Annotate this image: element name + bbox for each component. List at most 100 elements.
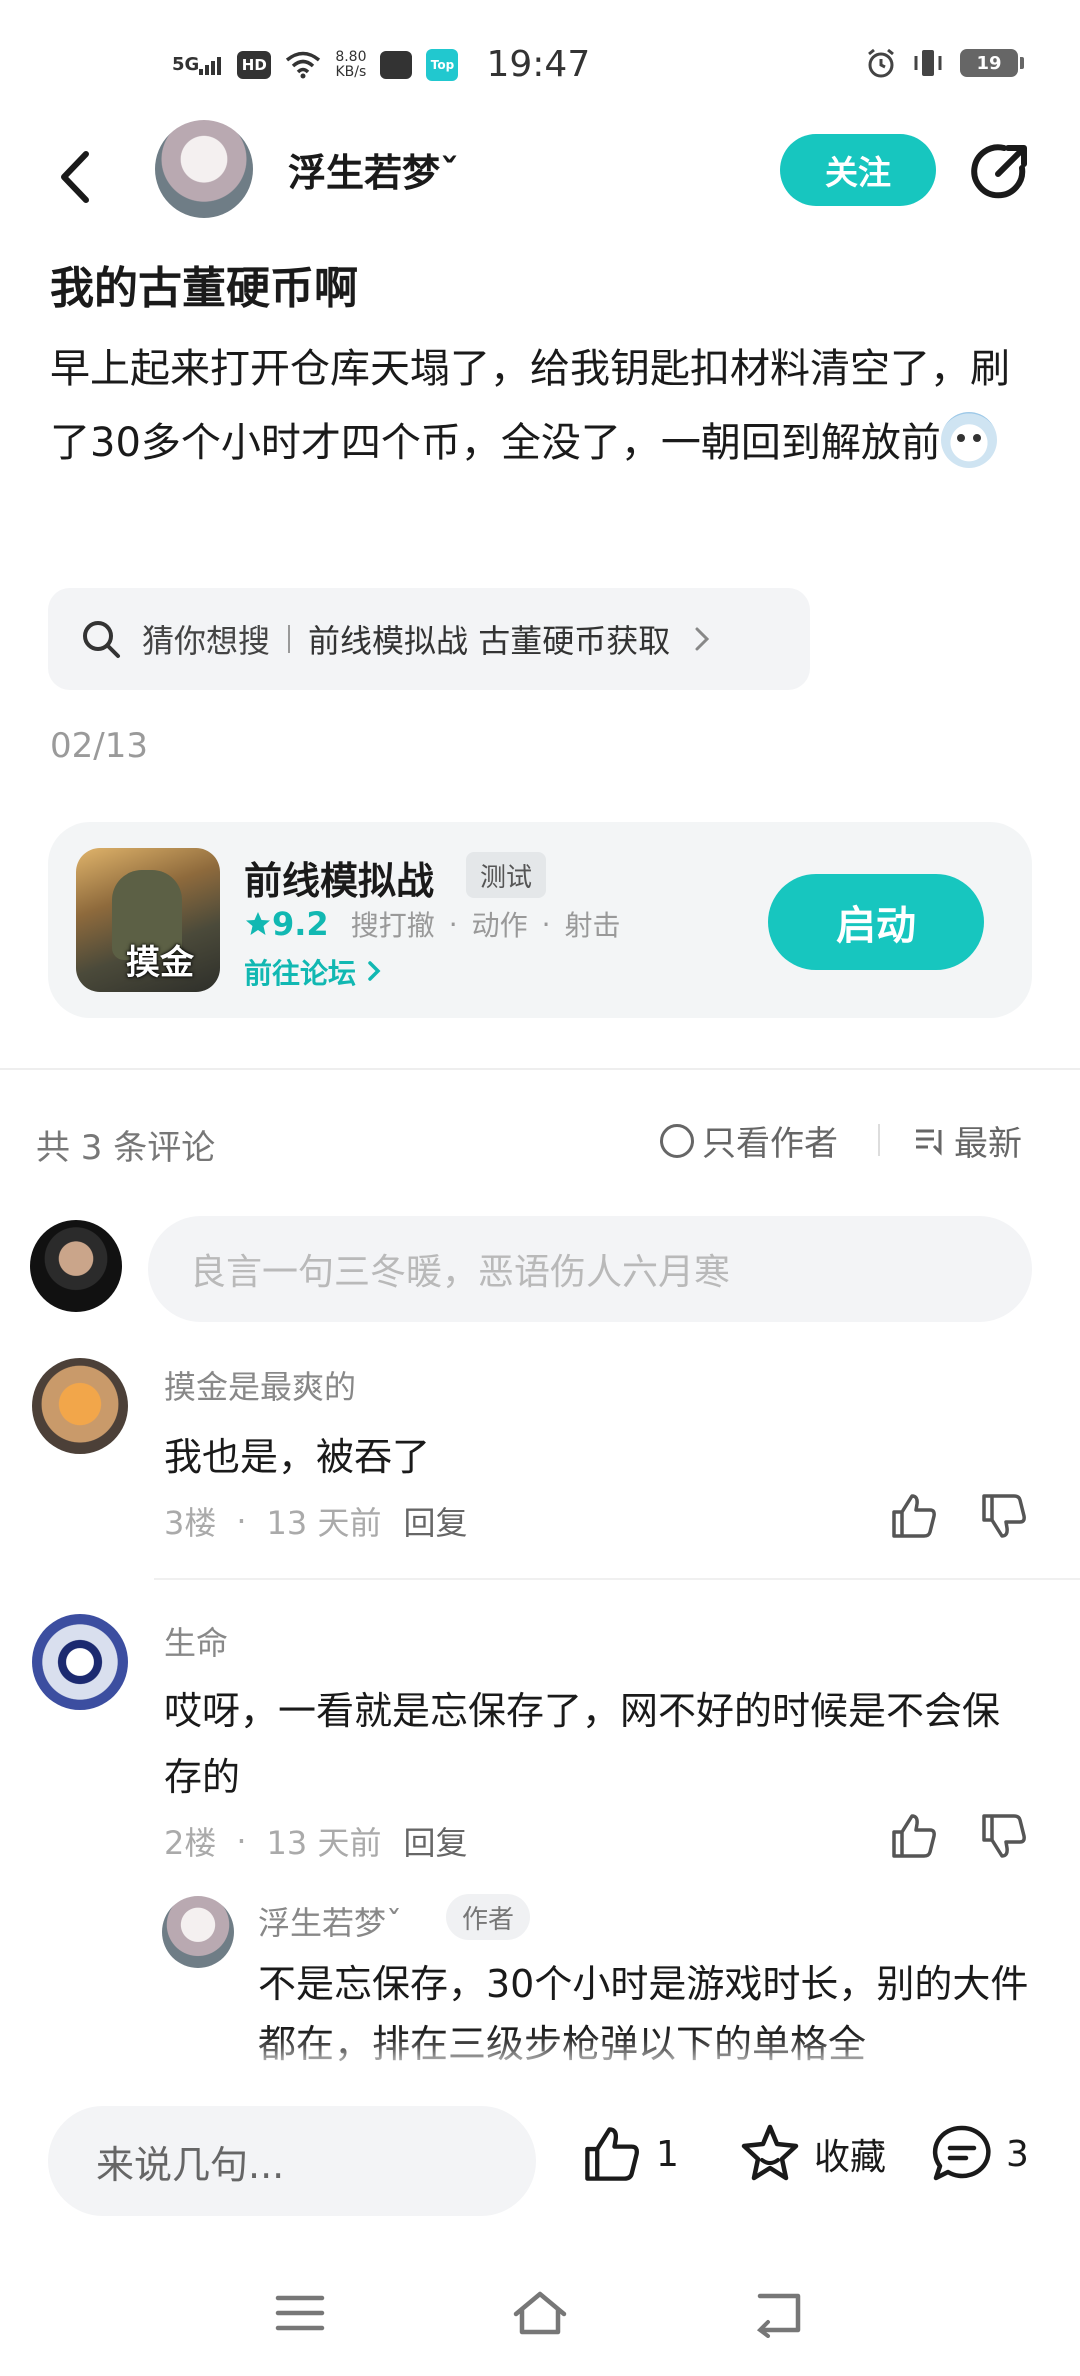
follow-button[interactable]: 关注 bbox=[780, 134, 936, 206]
collect-label: 收藏 bbox=[814, 2137, 887, 2178]
status-left: 5G HD 8.80 KB/s Top 19:47 bbox=[172, 44, 590, 85]
crying-seal-emoji-icon bbox=[940, 412, 997, 468]
commenter-avatar[interactable] bbox=[32, 1358, 128, 1454]
like-button[interactable] bbox=[888, 1490, 940, 1542]
search-suggestion-keyword: 前线模拟战 古董硬币获取 bbox=[308, 622, 671, 660]
commenter-name[interactable]: 生命 bbox=[164, 1618, 228, 1664]
thumbs-up-icon bbox=[892, 1494, 936, 1538]
reply-text: 不是忘保存，30个小时是游戏时长，别的大件都在，排在三级步枪弹以下的单格全 bbox=[258, 1962, 1029, 2066]
sort-label: 最新 bbox=[954, 1124, 1022, 1164]
sort-toggle[interactable]: 最新 bbox=[914, 1116, 1022, 1165]
game-genre: 射击 bbox=[564, 909, 621, 942]
top-app-icon: Top bbox=[426, 48, 459, 81]
comment-button[interactable]: 3 bbox=[930, 2122, 1029, 2186]
cellular-signal-icon: 5G bbox=[172, 55, 223, 75]
post-body-text: 早上起来打开仓库天塌了，给我钥匙扣材料清空了，刷了30多个小时才四个币，全没了，… bbox=[50, 346, 1010, 466]
collect-button[interactable]: 收藏 bbox=[738, 2122, 886, 2186]
star-outline-icon bbox=[741, 2124, 799, 2181]
reply-avatar[interactable] bbox=[162, 1896, 234, 1968]
battery-icon: 19 bbox=[960, 49, 1024, 77]
game-genre: 动作 bbox=[471, 909, 528, 942]
game-icon-badge: 摸金 bbox=[126, 943, 194, 983]
clock: 19:47 bbox=[486, 44, 591, 85]
chevron-right-icon bbox=[368, 961, 381, 981]
thumbs-down-icon bbox=[982, 1814, 1026, 1858]
dislike-button[interactable] bbox=[978, 1490, 1030, 1542]
post-date: 02/13 bbox=[50, 726, 148, 766]
game-icon[interactable]: 摸金 bbox=[76, 848, 220, 992]
comment-bubble-icon bbox=[932, 2125, 991, 2181]
back-arrow-icon bbox=[61, 151, 89, 203]
comment-meta: 2楼 · 13 天前 回复 bbox=[164, 1818, 467, 1864]
radio-circle-icon bbox=[660, 1123, 694, 1158]
comment-input[interactable]: 良言一句三冬暖，恶语伤人六月寒 bbox=[148, 1216, 1032, 1322]
forum-link[interactable]: 前往论坛 bbox=[244, 952, 382, 992]
game-card[interactable]: 摸金 前线模拟战 测试 9.2 搜打撤 · 动作 · 射击 前往论坛 启动 bbox=[48, 822, 1032, 1018]
alarm-icon bbox=[866, 48, 896, 78]
net-speed-value: 8.80 bbox=[335, 48, 367, 65]
game-meta: 9.2 搜打撤 · 动作 · 射击 bbox=[244, 904, 621, 944]
comment-text: 我也是，被吞了 bbox=[164, 1435, 431, 1479]
meta-dot: · bbox=[236, 1502, 247, 1540]
commenter-avatar[interactable] bbox=[32, 1614, 128, 1710]
wifi-icon bbox=[285, 51, 321, 79]
search-icon bbox=[83, 621, 120, 658]
home-nav-button[interactable] bbox=[510, 2288, 567, 2338]
game-test-tag: 测试 bbox=[466, 852, 547, 898]
share-icon bbox=[971, 144, 1027, 199]
status-right: 19 bbox=[866, 48, 1024, 78]
vibrate-icon bbox=[912, 48, 944, 78]
net-speed-unit: KB/s bbox=[335, 63, 367, 80]
comment-count: 共 3 条评论 bbox=[36, 1128, 216, 1168]
game-genre: 搜打撤 bbox=[350, 909, 435, 942]
post-body: 早上起来打开仓库天塌了，给我钥匙扣材料清空了，刷了30多个小时才四个币，全没了，… bbox=[50, 332, 1040, 480]
back-nav-button[interactable] bbox=[752, 2288, 808, 2338]
genre-dot: · bbox=[541, 907, 551, 941]
search-suggestion-label: 猜你想搜 bbox=[142, 622, 271, 660]
back-button[interactable] bbox=[52, 142, 102, 212]
back-nav-icon bbox=[756, 2293, 801, 2338]
status-bar: 5G HD 8.80 KB/s Top 19:47 19 bbox=[0, 0, 1080, 120]
like-post-button[interactable]: 1 bbox=[580, 2122, 679, 2186]
author-name[interactable]: 浮生若梦ˇ bbox=[288, 142, 459, 197]
search-suggestion[interactable]: 猜你想搜 前线模拟战 古董硬币获取 bbox=[48, 588, 810, 690]
like-button[interactable] bbox=[888, 1810, 940, 1862]
commenter-name[interactable]: 摸金是最爽的 bbox=[164, 1362, 356, 1408]
game-name[interactable]: 前线模拟战 bbox=[244, 850, 434, 905]
reply-button[interactable]: 回复 bbox=[403, 1498, 467, 1544]
post-title: 我的古董硬币啊 bbox=[50, 263, 358, 314]
reply-button[interactable]: 回复 bbox=[403, 1818, 467, 1864]
notification-icon bbox=[380, 50, 413, 79]
meta-dot: · bbox=[236, 1822, 247, 1860]
my-avatar bbox=[30, 1220, 122, 1312]
comment-time: 13 天前 bbox=[266, 1824, 382, 1862]
bottom-comment-input[interactable]: 来说几句... bbox=[48, 2106, 536, 2216]
forum-link-label: 前往论坛 bbox=[244, 957, 357, 990]
menu-nav-button[interactable] bbox=[272, 2288, 328, 2338]
thumbs-up-icon bbox=[892, 1814, 936, 1858]
signal-label: 5G bbox=[172, 53, 200, 75]
hd-icon: HD bbox=[237, 50, 272, 79]
section-divider bbox=[0, 1068, 1080, 1070]
filter-separator bbox=[878, 1124, 880, 1156]
comment-time: 13 天前 bbox=[266, 1504, 382, 1542]
reply-user-name[interactable]: 浮生若梦ˇ bbox=[258, 1898, 402, 1944]
search-suggestion-separator bbox=[288, 625, 291, 653]
like-count: 1 bbox=[656, 2133, 679, 2175]
only-author-toggle[interactable]: 只看作者 bbox=[660, 1116, 838, 1165]
comment-meta: 3楼 · 13 天前 回复 bbox=[164, 1498, 467, 1544]
dislike-button[interactable] bbox=[978, 1810, 1030, 1862]
author-tag: 作者 bbox=[446, 1894, 531, 1940]
bottom-action-bar: 来说几句... 1 收藏 3 bbox=[0, 2074, 1080, 2234]
comment-floor: 3楼 bbox=[164, 1504, 217, 1542]
comment-text: 哎呀，一看就是忘保存了，网不好的时候是不会保存的 bbox=[164, 1689, 1001, 1799]
comment-floor: 2楼 bbox=[164, 1824, 217, 1862]
chevron-right-icon bbox=[695, 627, 710, 651]
launch-button[interactable]: 启动 bbox=[768, 874, 984, 970]
author-avatar[interactable] bbox=[155, 120, 253, 218]
share-button[interactable] bbox=[968, 140, 1032, 204]
comment-divider bbox=[154, 1578, 1080, 1580]
menu-icon bbox=[275, 2295, 325, 2331]
net-speed: 8.80 KB/s bbox=[335, 48, 367, 80]
sort-icon bbox=[916, 1129, 942, 1156]
